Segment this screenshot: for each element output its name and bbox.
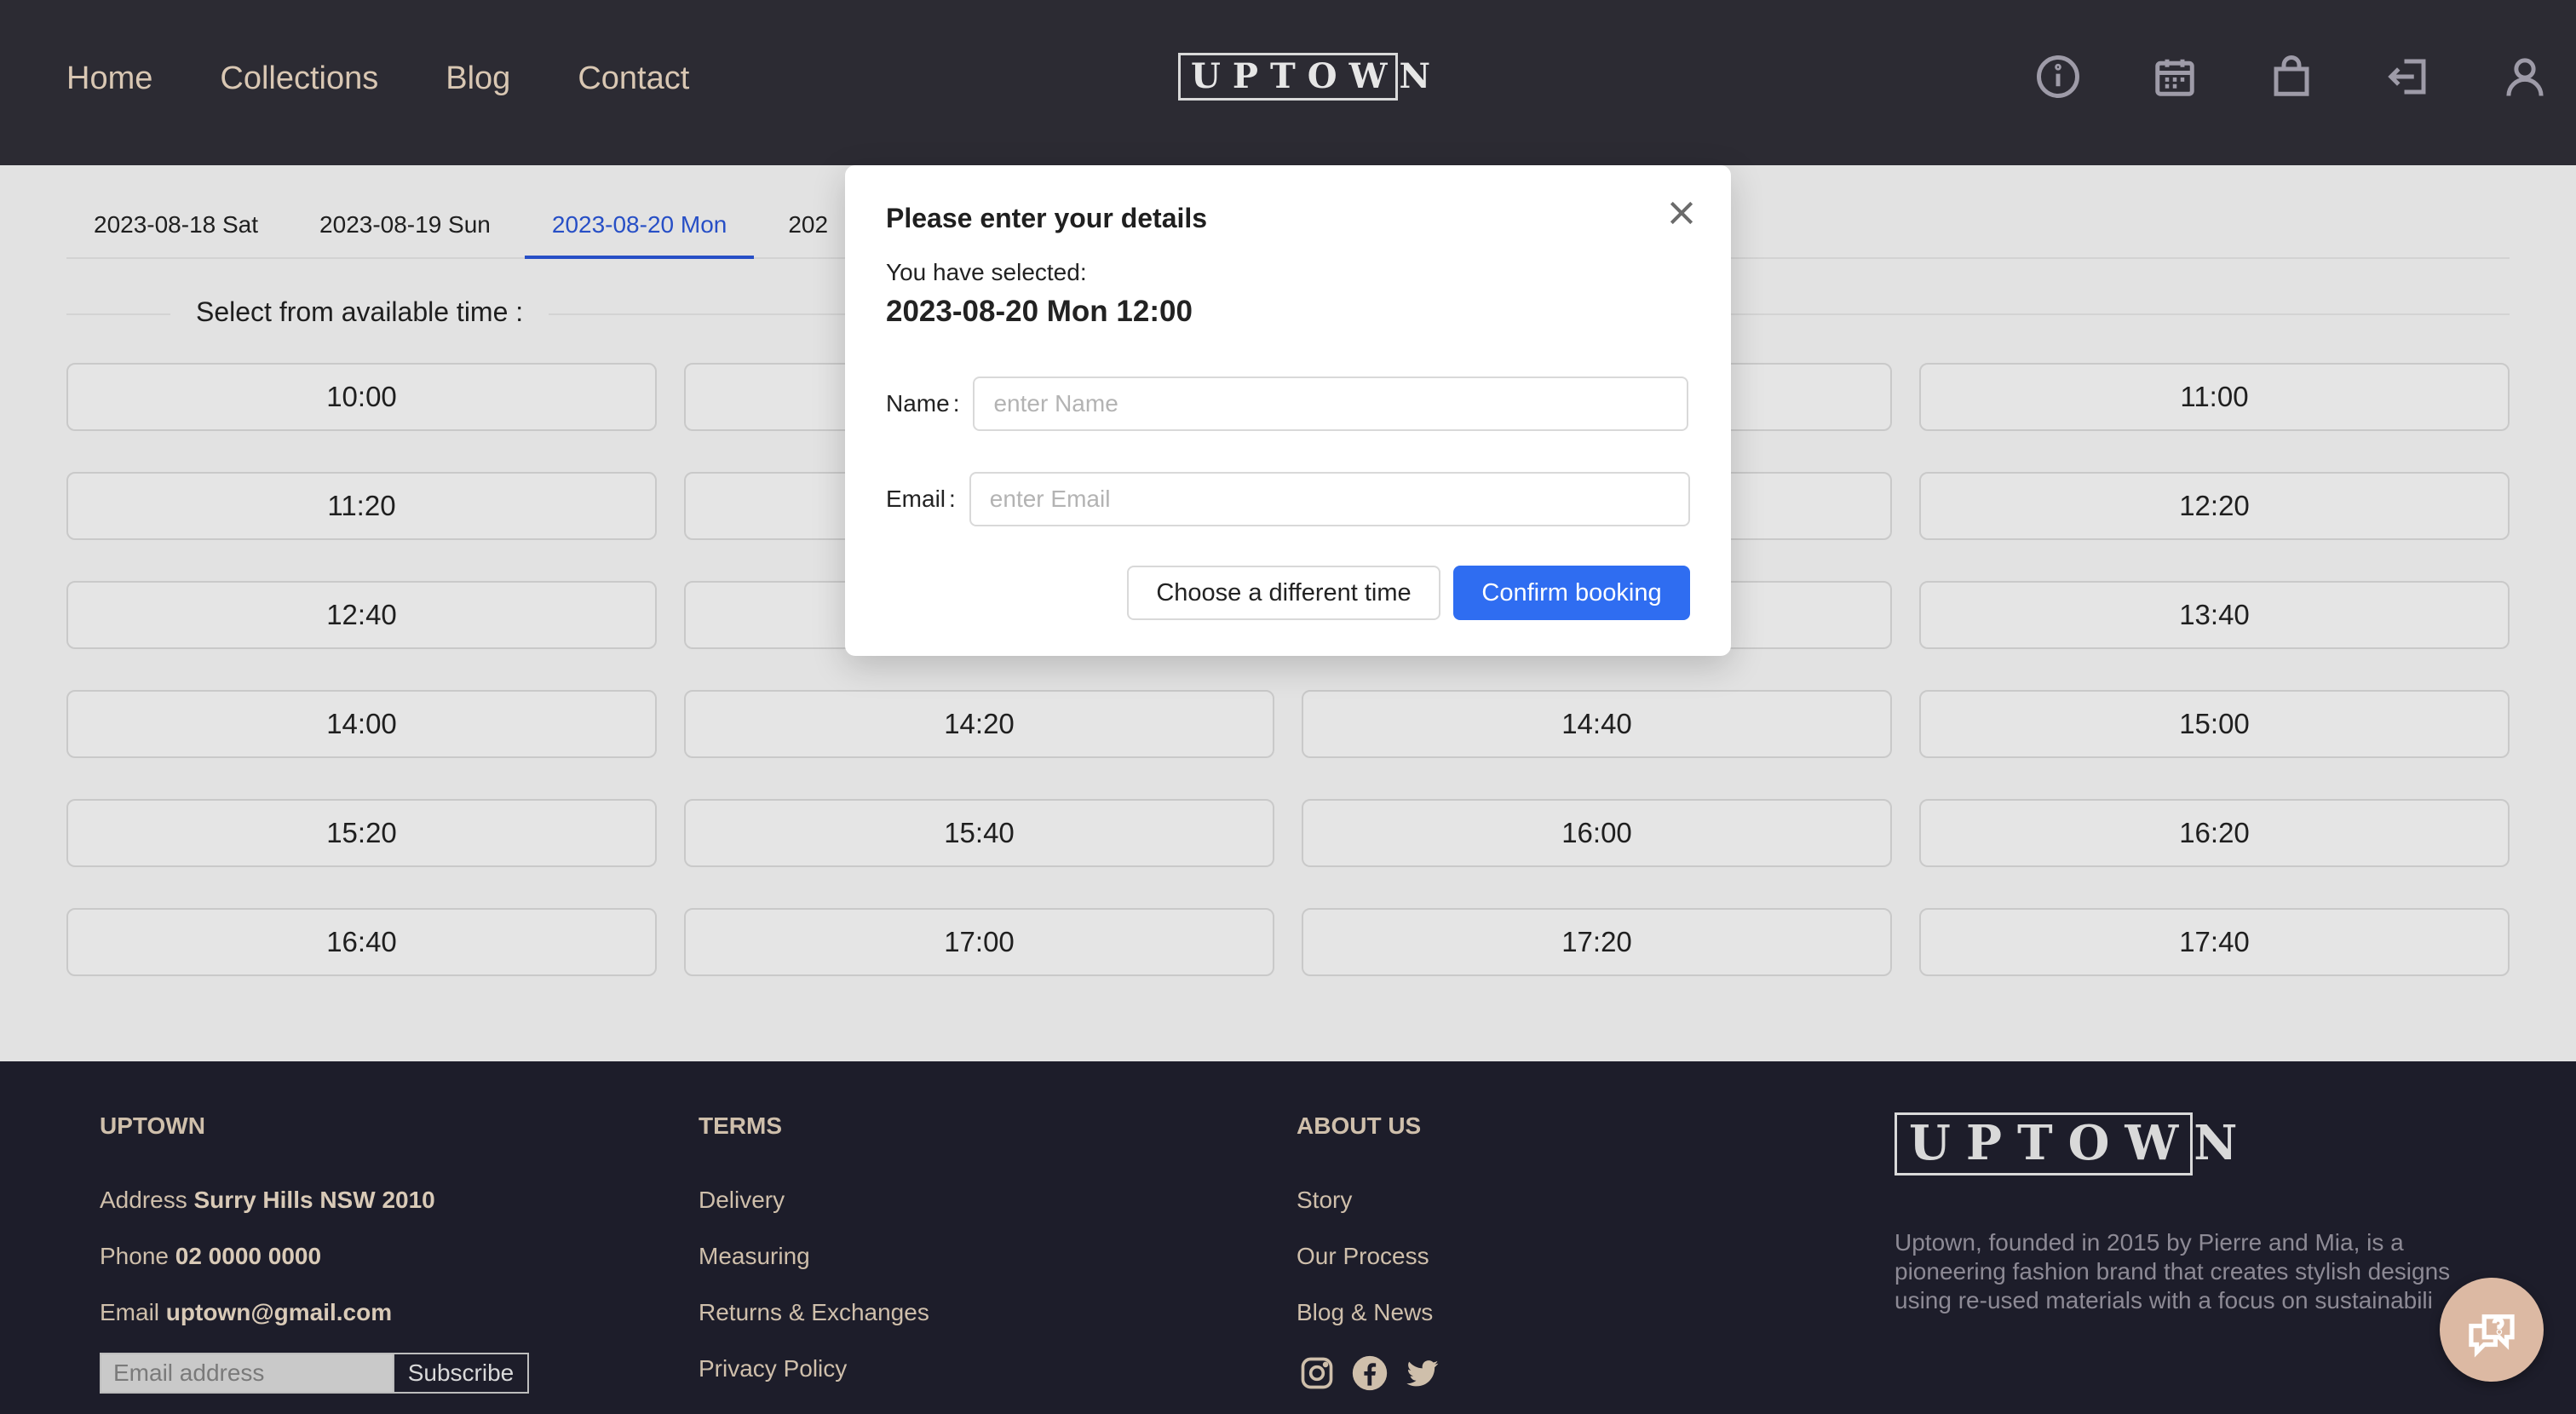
- modal-title: Please enter your details: [886, 203, 1208, 233]
- social-links: [1297, 1353, 1455, 1394]
- subscribe-button[interactable]: Subscribe: [393, 1353, 529, 1394]
- calendar-icon[interactable]: [2148, 49, 2202, 104]
- footer-email: Email uptown@gmail.com: [100, 1299, 393, 1325]
- header-icons: [1969, 49, 2552, 104]
- chat-help-icon[interactable]: [2440, 1278, 2544, 1382]
- nav-contact[interactable]: Contact: [578, 53, 689, 104]
- footer-link-measuring[interactable]: Measuring: [699, 1240, 929, 1273]
- footer-col-uptown: UPTOWN Address Surry Hills NSW 2010 Phon…: [100, 1112, 529, 1394]
- shopping-bag-icon[interactable]: [2264, 49, 2319, 104]
- email-label: Email:: [886, 486, 956, 512]
- subscribe-email-input[interactable]: [100, 1353, 393, 1394]
- footer-link-blog-news[interactable]: Blog & News: [1297, 1296, 1455, 1329]
- footer-link-story[interactable]: Story: [1297, 1184, 1455, 1216]
- email-row: Email:: [886, 472, 1690, 526]
- footer-col-about: ABOUT US Story Our Process Blog & News: [1297, 1112, 1455, 1394]
- footer-heading-terms: TERMS: [699, 1112, 782, 1139]
- footer-link-returns[interactable]: Returns & Exchanges: [699, 1296, 929, 1329]
- main-nav: Home Collections Blog Contact: [66, 53, 756, 104]
- user-icon[interactable]: [2498, 49, 2552, 104]
- facebook-icon[interactable]: [1349, 1353, 1390, 1394]
- instagram-icon[interactable]: [1297, 1353, 1337, 1394]
- nav-home[interactable]: Home: [66, 53, 152, 104]
- footer-heading-uptown: UPTOWN: [100, 1112, 205, 1139]
- site-header: Home Collections Blog Contact UPTOWN: [0, 0, 2576, 165]
- footer-phone: Phone 02 0000 0000: [100, 1243, 322, 1269]
- name-input[interactable]: [973, 376, 1689, 431]
- selected-datetime: 2023-08-20 Mon 12:00: [886, 295, 1193, 328]
- selected-label: You have selected:: [886, 259, 1087, 285]
- footer-heading-about: ABOUT US: [1297, 1112, 1422, 1139]
- info-icon[interactable]: [2031, 49, 2085, 104]
- footer-link-process[interactable]: Our Process: [1297, 1240, 1455, 1273]
- footer-description: Uptown, founded in 2015 by Pierre and Mi…: [1895, 1229, 2451, 1313]
- footer-link-privacy[interactable]: Privacy Policy: [699, 1353, 929, 1385]
- details-modal: Please enter your details You have selec…: [845, 165, 1731, 656]
- subscribe-form: Subscribe: [100, 1353, 529, 1394]
- choose-different-time-button[interactable]: Choose a different time: [1127, 566, 1440, 620]
- confirm-booking-button[interactable]: Confirm booking: [1453, 566, 1690, 620]
- name-row: Name:: [886, 376, 1689, 431]
- footer-link-delivery[interactable]: Delivery: [699, 1184, 929, 1216]
- name-label: Name:: [886, 390, 960, 417]
- nav-blog[interactable]: Blog: [446, 53, 510, 104]
- footer-logo[interactable]: UPTOWN: [1895, 1112, 2237, 1175]
- twitter-icon[interactable]: [1402, 1353, 1443, 1394]
- footer-col-terms: TERMS Delivery Measuring Returns & Excha…: [699, 1112, 929, 1409]
- footer-address: Address Surry Hills NSW 2010: [100, 1187, 435, 1213]
- login-icon[interactable]: [2381, 49, 2435, 104]
- nav-collections[interactable]: Collections: [220, 53, 378, 104]
- site-footer: UPTOWN Address Surry Hills NSW 2010 Phon…: [0, 1061, 2576, 1414]
- header-logo[interactable]: UPTOWN: [1178, 53, 1430, 101]
- close-icon[interactable]: [1665, 196, 1699, 230]
- email-input[interactable]: [969, 472, 1690, 526]
